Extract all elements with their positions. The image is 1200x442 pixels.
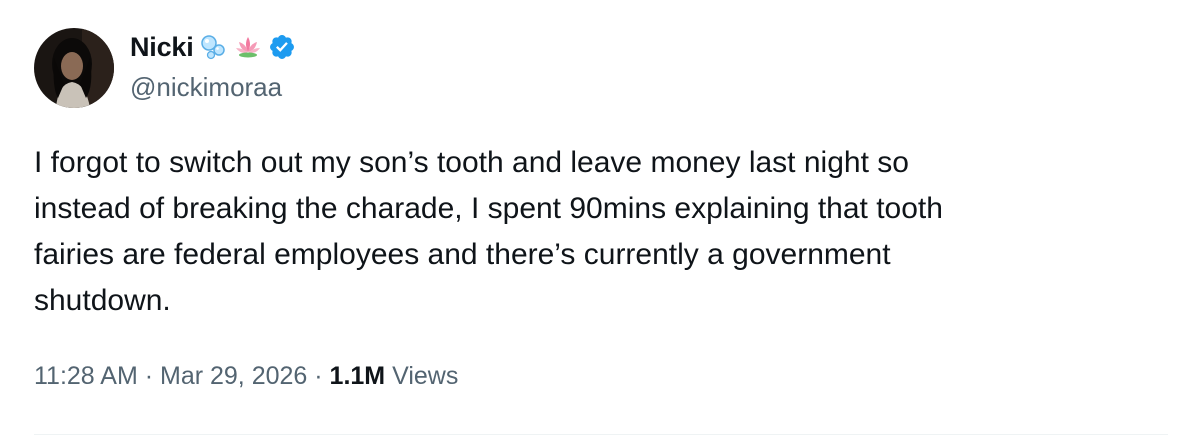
tweet-metadata: 11:28 AM · Mar 29, 2026 · 1.1M Views [34,362,458,391]
tweet-card: Nicki @nickimoraa I forgot to switch out… [0,0,1200,442]
avatar[interactable] [34,28,114,108]
meta-separator: · [137,362,160,390]
tweet-date[interactable]: Mar 29, 2026 [160,362,307,391]
views-count: 1.1M [329,362,386,390]
divider [34,434,1168,435]
views-label: Views [392,362,459,390]
tweet-text: I forgot to switch out my son’s tooth an… [34,146,943,317]
tweet-time[interactable]: 11:28 AM [34,362,138,391]
author-display-name[interactable]: Nicki [130,32,194,63]
author-name-row: Nicki [130,30,296,64]
meta-separator: · [307,362,330,390]
views-spacer [385,362,392,391]
verified-badge-icon[interactable] [268,33,296,61]
author-handle[interactable]: @nickimoraa [130,72,282,103]
lotus-emoji-icon [234,33,262,61]
bubbles-emoji-icon [200,33,228,61]
